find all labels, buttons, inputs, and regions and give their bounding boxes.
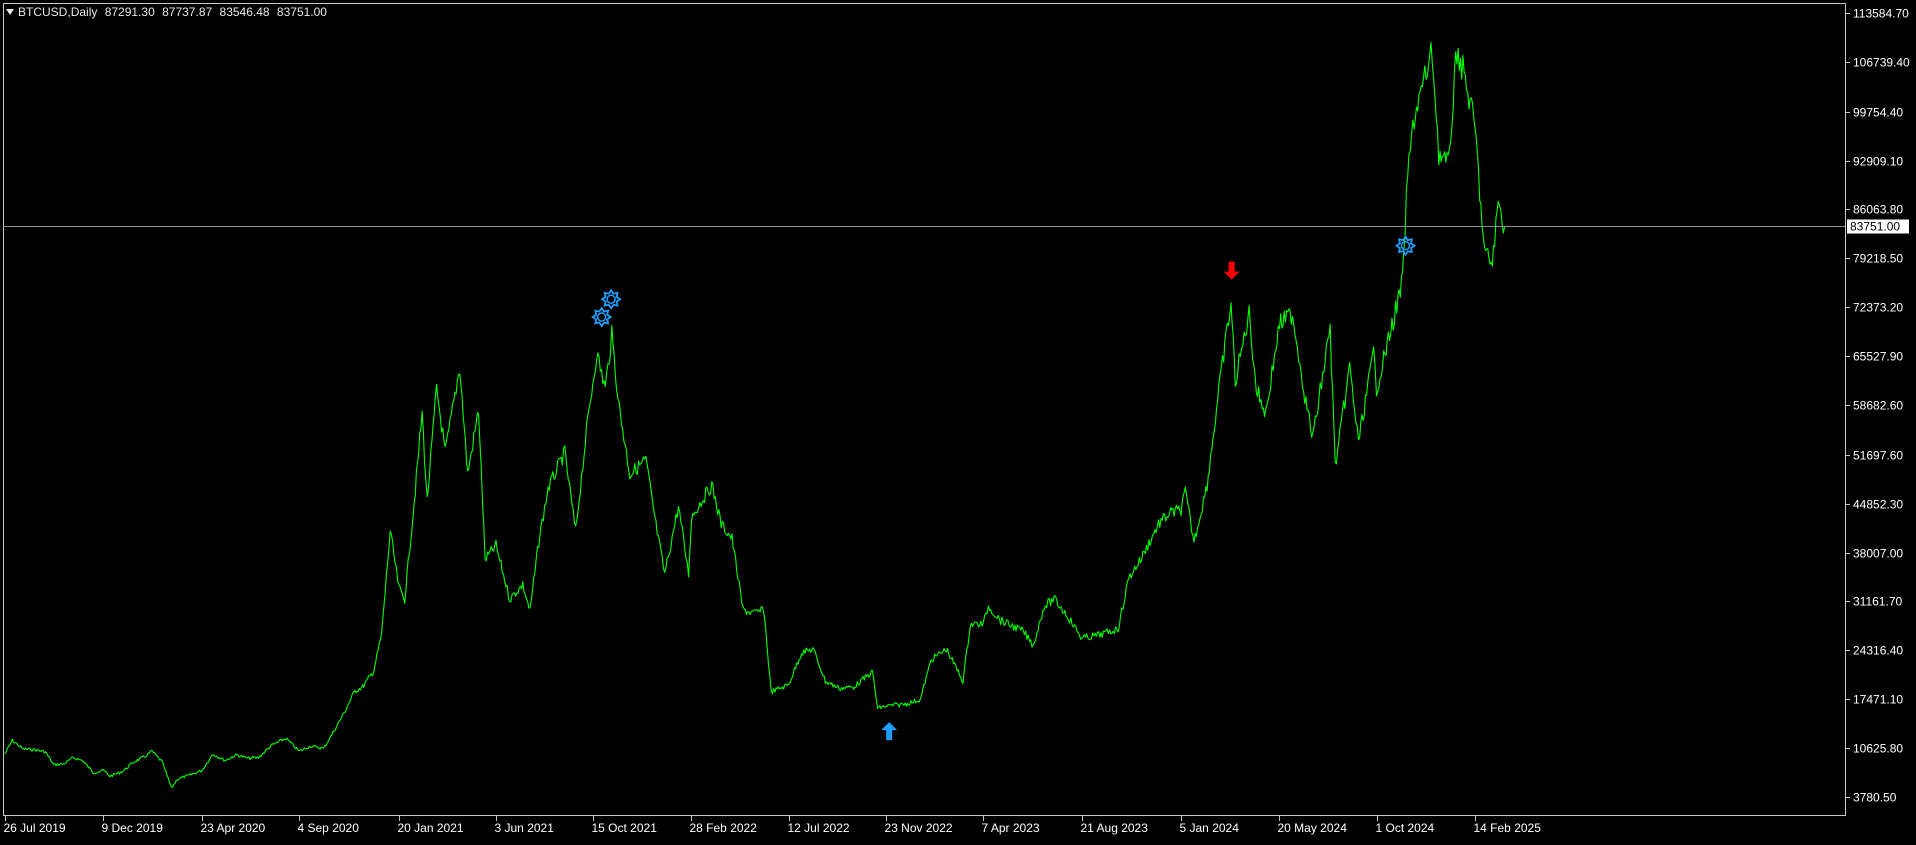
y-tick-label: 86063.80 — [1853, 203, 1903, 217]
x-tick-label: 1 Oct 2024 — [1376, 821, 1435, 835]
sell-arrow-down-icon[interactable] — [1223, 261, 1240, 280]
x-tick-label: 21 Aug 2023 — [1081, 821, 1149, 835]
y-tick-label: 3780.50 — [1853, 791, 1897, 805]
y-tick-label: 10625.80 — [1853, 742, 1903, 756]
dropdown-triangle-icon[interactable] — [6, 9, 14, 15]
x-tick-label: 28 Feb 2022 — [690, 821, 758, 835]
high-value: 87737.87 — [162, 5, 213, 19]
chart-header: BTCUSD,Daily 87291.30 87737.87 83546.48 … — [6, 5, 331, 19]
gear-signal-icon[interactable] — [591, 306, 613, 328]
x-tick-label: 26 Jul 2019 — [4, 821, 66, 835]
y-tick-label: 24316.40 — [1853, 644, 1903, 658]
x-tick-label: 4 Sep 2020 — [298, 821, 360, 835]
y-tick-label: 51697.60 — [1853, 449, 1903, 463]
x-tick-label: 23 Apr 2020 — [201, 821, 266, 835]
y-tick-label: 58682.60 — [1853, 399, 1903, 413]
y-tick-label: 113584.70 — [1853, 7, 1909, 21]
x-tick-label: 23 Nov 2022 — [885, 821, 953, 835]
x-tick-label: 9 Dec 2019 — [102, 821, 164, 835]
y-tick-label: 65527.90 — [1853, 350, 1903, 364]
x-tick-label: 14 Feb 2025 — [1474, 821, 1542, 835]
x-tick-label: 20 Jan 2021 — [398, 821, 464, 835]
x-tick-label: 7 Apr 2023 — [982, 821, 1040, 835]
y-tick-label: 106739.40 — [1853, 56, 1910, 70]
chart-window[interactable]: BTCUSD,Daily 87291.30 87737.87 83546.48 … — [0, 0, 1916, 840]
gear-signal-icon[interactable] — [600, 288, 622, 310]
y-tick-label: 79218.50 — [1853, 252, 1903, 266]
price-line-series[interactable] — [4, 42, 1506, 788]
buy-arrow-up-icon[interactable] — [881, 722, 898, 741]
y-tick-label: 92909.10 — [1853, 155, 1903, 169]
y-tick-label: 99754.40 — [1853, 106, 1903, 120]
x-tick-label: 20 May 2024 — [1278, 821, 1348, 835]
y-tick-label: 31161.70 — [1853, 595, 1902, 609]
x-tick-label: 3 Jun 2021 — [495, 821, 555, 835]
open-value: 87291.30 — [104, 5, 155, 19]
x-tick-label: 15 Oct 2021 — [592, 821, 658, 835]
low-value: 83546.48 — [219, 5, 270, 19]
y-tick-label: 38007.00 — [1853, 547, 1903, 561]
y-tick-label: 17471.10 — [1853, 693, 1903, 707]
y-tick-label: 72373.20 — [1853, 301, 1903, 315]
x-tick-label: 5 Jan 2024 — [1180, 821, 1240, 835]
plot-frame — [3, 3, 1846, 816]
current-price-label: 83751.00 — [1850, 220, 1900, 234]
y-tick-label: 44852.30 — [1853, 498, 1903, 512]
close-value: 83751.00 — [276, 5, 327, 19]
timeframe-label: Daily — [70, 5, 98, 19]
x-tick-label: 12 Jul 2022 — [788, 821, 850, 835]
price-chart[interactable]: 113584.70 106739.40 99754.40 92909.10 86063.… — [0, 0, 1916, 840]
gear-signal-icon[interactable] — [1394, 235, 1417, 257]
symbol-label: BTCUSD — [18, 5, 68, 19]
